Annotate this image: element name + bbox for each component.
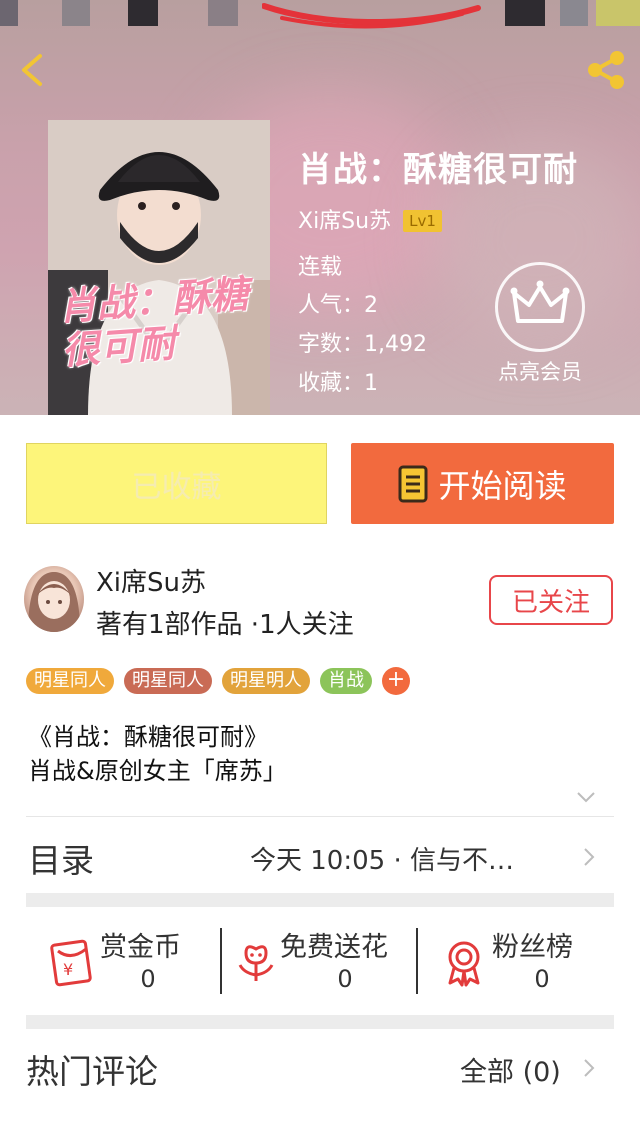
start-reading-label: 开始阅读 xyxy=(438,466,567,505)
book-header: 肖战：酥糖很可耐 肖战：酥糖很可耐 Xi席Su苏 Lv1 连载 人气：2 字数：1… xyxy=(0,0,640,415)
follow-label: 已关注 xyxy=(511,587,590,618)
tag[interactable]: 明星同人 xyxy=(26,668,114,694)
fan-ranking-button[interactable]: 粉丝榜 0 xyxy=(440,925,600,995)
latest-chapter[interactable]: 今天 10:05 · 信与不… xyxy=(250,840,514,877)
follow-button[interactable]: 已关注 xyxy=(489,575,613,625)
collected-button[interactable]: 已收藏 xyxy=(26,443,327,524)
medal-icon xyxy=(448,941,480,987)
svg-text:¥: ¥ xyxy=(63,960,73,979)
chevron-right-icon[interactable] xyxy=(582,1057,596,1079)
comments-label: 热门评论 xyxy=(26,1052,158,1091)
divider xyxy=(26,816,614,817)
status-area xyxy=(596,0,640,26)
reward-label: 免费送花 xyxy=(280,932,388,963)
tag[interactable]: 明星同人 xyxy=(124,668,212,694)
author-stats: 著有1部作品 ·1人关注 xyxy=(96,610,354,640)
status-area xyxy=(62,0,90,26)
avatar[interactable] xyxy=(24,566,84,632)
status-area xyxy=(505,0,545,26)
book-icon xyxy=(398,465,428,502)
avatar-illustration xyxy=(28,572,80,632)
reward-separator xyxy=(416,928,418,994)
section-divider xyxy=(26,893,614,907)
add-tag-button[interactable]: + xyxy=(382,667,410,695)
status-bar xyxy=(0,0,640,29)
start-reading-button[interactable]: 开始阅读 xyxy=(351,443,614,524)
chevron-down-icon[interactable] xyxy=(576,790,596,804)
book-cover[interactable]: 肖战：酥糖很可耐 xyxy=(48,120,270,415)
share-icon xyxy=(588,51,624,89)
all-comments-link[interactable]: 全部 (0) xyxy=(460,1050,561,1089)
description-line: 《肖战：酥糖很可耐》 xyxy=(28,723,268,751)
level-badge: Lv1 xyxy=(403,210,442,232)
vip-button[interactable]: 点亮会员 xyxy=(490,262,590,386)
reward-count: 0 xyxy=(337,965,353,993)
author-name: Xi席Su苏 xyxy=(298,209,392,234)
reward-coins-button[interactable]: ¥ 赏金币 0 xyxy=(48,925,208,995)
tag-list: 明星同人 明星同人 明星明人 肖战 + xyxy=(26,667,410,695)
author-link[interactable]: Xi席Su苏 Lv1 xyxy=(298,203,442,235)
scribble-mark xyxy=(262,3,481,29)
description-line: 肖战&原创女主「席苏」 xyxy=(28,757,287,785)
book-description: 《肖战：酥糖很可耐》 肖战&原创女主「席苏」 xyxy=(28,720,287,788)
reward-label: 粉丝榜 xyxy=(492,932,573,963)
reward-separator xyxy=(220,928,222,994)
book-title: 肖战：酥糖很可耐 xyxy=(298,150,578,190)
back-button[interactable] xyxy=(14,50,54,90)
chevron-right-icon[interactable] xyxy=(582,846,596,868)
favorites-count: 收藏：1 xyxy=(298,371,378,396)
crown-icon xyxy=(510,280,570,323)
status-area xyxy=(0,0,18,26)
vip-badge xyxy=(495,262,585,352)
reward-count: 0 xyxy=(534,965,550,993)
serial-status: 连载 xyxy=(298,255,343,280)
author-card-name[interactable]: Xi席Su苏 xyxy=(96,562,206,599)
red-envelope-icon: ¥ xyxy=(50,939,92,987)
free-flower-button[interactable]: 免费送花 0 xyxy=(232,925,412,995)
tag[interactable]: 明星明人 xyxy=(222,668,310,694)
reward-count: 0 xyxy=(140,965,156,993)
popularity-count: 人气：2 xyxy=(298,293,378,318)
toc-label[interactable]: 目录 xyxy=(28,834,94,882)
collected-label: 已收藏 xyxy=(131,469,222,505)
cover-title: 肖战：酥糖很可耐 xyxy=(57,270,250,373)
chevron-left-icon xyxy=(22,54,42,86)
share-button[interactable] xyxy=(584,48,628,92)
status-area xyxy=(560,0,588,26)
word-count: 字数：1,492 xyxy=(298,332,427,357)
section-divider xyxy=(26,1015,614,1029)
status-area xyxy=(208,0,238,26)
reward-label: 赏金币 xyxy=(100,932,181,963)
vip-label: 点亮会员 xyxy=(498,360,582,384)
status-area xyxy=(128,0,158,26)
tag[interactable]: 肖战 xyxy=(320,668,372,694)
flower-icon xyxy=(238,945,274,981)
